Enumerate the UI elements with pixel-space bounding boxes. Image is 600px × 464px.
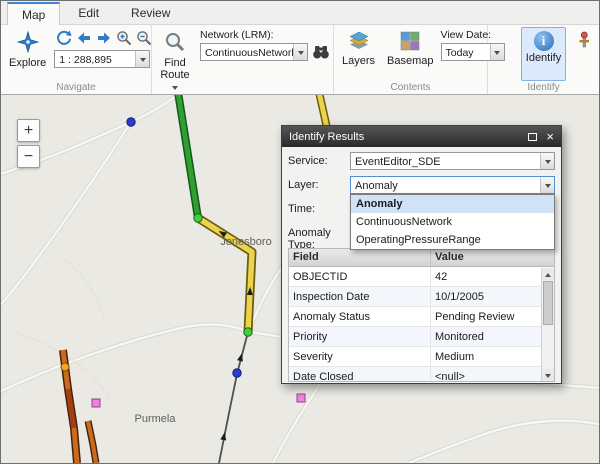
panel-title: Identify Results	[289, 131, 528, 143]
explore-compass-icon	[17, 31, 39, 56]
route-green-feature[interactable]	[178, 95, 198, 218]
find-route-label: Find Route	[160, 57, 190, 81]
ribbon-group-find: Find Route Network (LRM): ContinuousNetw…	[151, 25, 333, 94]
blue-point-marker[interactable]	[127, 118, 135, 126]
ribbon-group-navigate: Explore	[1, 25, 151, 94]
network-lrm-label: Network (LRM):	[200, 29, 330, 41]
basemap-grid-icon	[400, 31, 420, 54]
scrollbar-thumb[interactable]	[543, 281, 553, 325]
tab-map[interactable]: Map	[7, 2, 60, 25]
chevron-down-icon[interactable]	[293, 44, 307, 60]
table-row[interactable]: Inspection Date 10/1/2005	[289, 287, 554, 307]
layer-combo[interactable]: Anomaly	[350, 176, 555, 194]
zoom-in-tool-icon[interactable]	[114, 29, 133, 47]
layers-label: Layers	[342, 55, 375, 67]
identify-results-panel: Identify Results × Service: EventEditor_…	[281, 125, 562, 384]
pink-square-marker[interactable]	[297, 394, 305, 402]
ribbon-group-contents: Layers Basemap View Date: Today	[333, 25, 487, 94]
route-gray-feature[interactable]	[219, 332, 248, 463]
place-label-purmela: Purmela	[135, 413, 177, 425]
explore-label: Explore	[9, 57, 46, 69]
find-route-button[interactable]: Find Route	[155, 27, 195, 94]
table-row[interactable]: OBJECTID 42	[289, 267, 554, 287]
map-zoom-control: + −	[17, 119, 40, 168]
table-header-row: Field Value	[289, 249, 554, 267]
identify-group-label: Identify	[491, 81, 596, 94]
table-header-field: Field	[289, 249, 431, 266]
network-lrm-value: ContinuousNetwork	[201, 44, 293, 60]
chevron-down-icon	[172, 86, 178, 93]
service-value: EventEditor_SDE	[351, 153, 540, 169]
network-lrm-combo[interactable]: ContinuousNetwork	[200, 43, 308, 61]
forward-arrow-icon[interactable]	[94, 29, 113, 47]
map-scale-combo[interactable]: 1 : 288,895	[54, 50, 150, 68]
route-yellow-north-feature[interactable]	[319, 95, 327, 128]
identify-label: Identify	[526, 52, 561, 64]
basemap-button[interactable]: Basemap	[382, 27, 438, 81]
layers-button[interactable]: Layers	[337, 27, 380, 81]
blue-point-marker[interactable]	[233, 369, 241, 377]
contents-group-label: Contents	[337, 81, 484, 94]
time-label: Time:	[288, 200, 350, 218]
scroll-up-icon[interactable]	[542, 268, 554, 280]
green-point-marker[interactable]	[194, 214, 202, 222]
dropdown-option-continuousnetwork[interactable]: ContinuousNetwork	[351, 213, 554, 231]
table-scrollbar[interactable]	[541, 268, 554, 381]
ribbon: Explore	[1, 25, 599, 95]
green-point-marker[interactable]	[244, 328, 252, 336]
table-rows: OBJECTID 42 Inspection Date 10/1/2005 An…	[289, 267, 554, 382]
place-label-jonesboro: Jonesboro	[220, 236, 271, 248]
chevron-down-icon[interactable]	[540, 153, 554, 169]
layer-value: Anomaly	[351, 177, 540, 193]
pink-square-marker[interactable]	[92, 399, 100, 407]
ribbon-tab-bar: Map Edit Review	[1, 1, 599, 25]
service-combo[interactable]: EventEditor_SDE	[350, 152, 555, 170]
orange-point-marker[interactable]	[61, 363, 69, 371]
point-event-markers[interactable]	[61, 118, 305, 407]
navigate-group-label: Navigate	[4, 81, 148, 94]
close-icon[interactable]: ×	[546, 132, 554, 142]
tools-icon[interactable]	[574, 31, 593, 49]
chevron-down-icon[interactable]	[135, 51, 149, 67]
scroll-down-icon[interactable]	[542, 369, 554, 381]
view-date-value: Today	[442, 44, 490, 60]
anomaly-type-label: Anomaly Type:	[288, 224, 350, 242]
table-row[interactable]: Severity Medium	[289, 347, 554, 367]
search-binoculars-button[interactable]	[311, 43, 330, 61]
zoom-out-button[interactable]: −	[17, 145, 40, 168]
find-route-magnifier-icon	[164, 31, 186, 56]
back-arrow-icon[interactable]	[74, 29, 93, 47]
table-row[interactable]: Priority Monitored	[289, 327, 554, 347]
maximize-icon[interactable]	[528, 133, 537, 141]
identify-info-icon: i	[534, 31, 554, 51]
dropdown-option-anomaly[interactable]: Anomaly	[351, 195, 554, 213]
zoom-out-tool-icon[interactable]	[134, 29, 153, 47]
identify-results-table: Field Value OBJECTID 42 Inspection Date …	[288, 248, 555, 382]
layer-dropdown-list: Anomaly ContinuousNetwork OperatingPress…	[350, 194, 555, 250]
explore-button[interactable]: Explore	[4, 27, 51, 81]
table-row[interactable]: Date Closed <null>	[289, 367, 554, 382]
identify-button[interactable]: i Identify	[521, 27, 566, 81]
layers-icon	[348, 31, 370, 54]
tab-edit[interactable]: Edit	[64, 2, 113, 24]
previous-extent-icon[interactable]	[54, 29, 73, 47]
event-editor-window: { "colors": { "accent_blue": "#3a86d2", …	[0, 0, 600, 464]
dropdown-option-operatingpressurerange[interactable]: OperatingPressureRange	[351, 231, 554, 249]
map-scale-value: 1 : 288,895	[55, 51, 135, 67]
tab-review[interactable]: Review	[117, 2, 184, 24]
table-row[interactable]: Anomaly Status Pending Review	[289, 307, 554, 327]
chevron-down-icon[interactable]	[540, 177, 554, 193]
basemap-label: Basemap	[387, 55, 433, 67]
layer-label: Layer:	[288, 176, 350, 194]
panel-titlebar[interactable]: Identify Results ×	[282, 126, 561, 147]
table-header-value: Value	[431, 249, 554, 266]
panel-body: Service: EventEditor_SDE Layer: Anomaly …	[282, 147, 561, 383]
service-label: Service:	[288, 152, 350, 170]
ribbon-group-identify: i Identify Identify	[487, 25, 599, 94]
zoom-in-button[interactable]: +	[17, 119, 40, 142]
